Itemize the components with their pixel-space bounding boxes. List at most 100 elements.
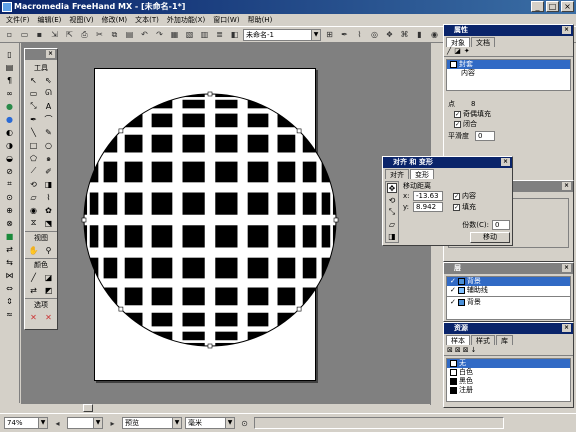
new-file-icon[interactable]: ▫ [3, 28, 16, 41]
envelope-handle[interactable] [207, 91, 213, 97]
list-item[interactable]: 内容 [447, 69, 570, 78]
gradient-icon[interactable]: ● [3, 113, 17, 125]
lasso-icon[interactable]: ᘏ [42, 87, 56, 99]
reflect-mode-icon[interactable]: ◨ [387, 231, 397, 241]
chevron-down-icon[interactable]: ▼ [38, 418, 47, 428]
align-left-icon[interactable]: ▤ [3, 61, 17, 73]
export-icon[interactable]: ⇱ [63, 28, 76, 41]
envelope-handle[interactable] [296, 306, 302, 312]
cut-icon[interactable]: ✂ [93, 28, 106, 41]
transparency-icon[interactable]: ■ [3, 230, 17, 242]
zoom-icon[interactable]: ⚲ [42, 244, 56, 256]
fisheye-tool-icon[interactable]: ◉ [27, 204, 41, 216]
minimize-button[interactable]: _ [531, 1, 544, 12]
eye-icon[interactable]: ✓ [450, 286, 456, 295]
move-mode-icon[interactable]: ✥ [387, 183, 397, 193]
zoom-combo[interactable]: 74% ▼ [4, 417, 48, 429]
envelope-handle[interactable] [333, 217, 339, 223]
simplify-icon[interactable]: ≈ [3, 308, 17, 320]
redo-icon[interactable]: ↷ [153, 28, 166, 41]
perspective-icon[interactable]: ⬔ [42, 217, 56, 229]
envelope-handle[interactable] [118, 306, 124, 312]
document-combo[interactable]: 未命名-1 ▼ [243, 28, 321, 41]
tab-styles[interactable]: 样式 [471, 335, 495, 345]
list-item[interactable]: 封套 [447, 60, 570, 69]
prev-page-icon[interactable]: ◂ [51, 417, 64, 430]
swatch-row[interactable]: 注册 [447, 386, 570, 395]
rectangle-icon[interactable]: □ [27, 139, 41, 151]
intersect-icon[interactable]: ⊗ [3, 217, 17, 229]
paragraph-icon[interactable]: ¶ [3, 74, 17, 86]
option-b-icon[interactable]: ✕ [42, 311, 56, 323]
copy-icon[interactable]: ⧉ [108, 28, 121, 41]
print-icon[interactable]: ⎙ [78, 28, 91, 41]
page-combo[interactable]: ▼ [67, 417, 103, 429]
eyedropper-icon[interactable]: ⌇ [353, 28, 366, 41]
pencil-icon[interactable]: ✎ [42, 126, 56, 138]
stroke-swatch-icon[interactable]: ⊠ [447, 346, 453, 354]
tab-transform[interactable]: 变形 [410, 169, 434, 179]
pointer-icon[interactable]: ↖ [27, 74, 41, 86]
union-icon[interactable]: ⊕ [3, 204, 17, 216]
menu-view[interactable]: 视图(V) [65, 14, 97, 26]
correct-direction-icon[interactable]: ⇄ [3, 243, 17, 255]
chevron-down-icon[interactable]: ▼ [172, 418, 181, 428]
undo-icon[interactable]: ↶ [138, 28, 151, 41]
close-button[interactable]: × [561, 1, 574, 12]
close-icon[interactable]: × [562, 264, 571, 272]
sphere-artwork[interactable] [70, 60, 350, 380]
closed-checkbox[interactable]: ✓ [454, 120, 461, 128]
menu-help[interactable]: 帮助(H) [244, 14, 277, 26]
fill-icon[interactable]: ◪ [454, 47, 461, 56]
text-tool-icon[interactable]: A [42, 100, 56, 112]
even-odd-checkbox[interactable]: ✓ [454, 110, 461, 118]
polygon-icon[interactable]: ⬠ [27, 152, 41, 164]
horizontal-scroll-thumb[interactable] [83, 404, 93, 412]
contents-checkbox[interactable]: ✓ [453, 192, 460, 200]
scale-icon[interactable]: ⤡ [27, 100, 41, 112]
flatness-input[interactable]: 0 [475, 131, 495, 141]
ellipse-icon[interactable]: ○ [42, 139, 56, 151]
chevron-down-icon[interactable]: ▼ [93, 418, 102, 428]
graphic-hose-icon[interactable]: ✿ [42, 204, 56, 216]
option-a-icon[interactable]: ✕ [27, 311, 41, 323]
both-swatch-icon[interactable]: ⊠ [463, 346, 469, 354]
layer-row[interactable]: ✓ 辅助线 [447, 286, 570, 295]
tab-align[interactable]: 对齐 [385, 169, 409, 179]
blend-icon[interactable]: ❖ [383, 28, 396, 41]
paste-icon[interactable]: ▤ [123, 28, 136, 41]
trace-icon[interactable]: ◑ [3, 139, 17, 151]
swatch-row[interactable]: 无 [447, 359, 570, 368]
fill-color-icon[interactable]: ◪ [42, 271, 56, 283]
envelope-handle[interactable] [296, 128, 302, 134]
spiral-tool-icon[interactable]: ๑ [42, 152, 56, 164]
colors-icon[interactable]: ● [3, 100, 17, 112]
scale-mode-icon[interactable]: ⤡ [387, 207, 397, 217]
skew-mode-icon[interactable]: ▱ [387, 219, 397, 229]
chevron-down-icon[interactable]: ▼ [225, 418, 234, 428]
group-icon[interactable]: ▦ [168, 28, 181, 41]
line-icon[interactable]: ╲ [27, 126, 41, 138]
close-icon[interactable]: × [46, 50, 55, 58]
arrow-down-icon[interactable]: ↓ [471, 346, 477, 354]
rotate-icon[interactable]: ⟲ [27, 178, 41, 190]
menu-window[interactable]: 窗口(W) [209, 14, 243, 26]
reflect-icon[interactable]: ◨ [42, 178, 56, 190]
inset-icon[interactable]: ⇕ [3, 295, 17, 307]
maximize-button[interactable]: □ [546, 1, 559, 12]
swatch-row[interactable]: 黑色 [447, 377, 570, 386]
layer-row[interactable]: ✓ 背景 [447, 298, 570, 307]
mirror-icon[interactable]: ⧖ [27, 217, 41, 229]
import-icon[interactable]: ⇲ [48, 28, 61, 41]
envelope-handle[interactable] [207, 343, 213, 349]
link-icon[interactable]: ∞ [3, 87, 17, 99]
fisheye-icon[interactable]: ◉ [428, 28, 441, 41]
next-page-icon[interactable]: ▸ [106, 417, 119, 430]
copies-input[interactable]: 0 [492, 220, 510, 230]
layers-icon[interactable]: ≣ [213, 28, 226, 41]
menu-modify[interactable]: 修改(M) [98, 14, 132, 26]
close-icon[interactable]: × [501, 158, 510, 166]
blend-tool-icon[interactable]: ⋈ [3, 269, 17, 281]
rotate-mode-icon[interactable]: ⟲ [387, 195, 397, 205]
close-icon[interactable]: × [562, 26, 571, 34]
